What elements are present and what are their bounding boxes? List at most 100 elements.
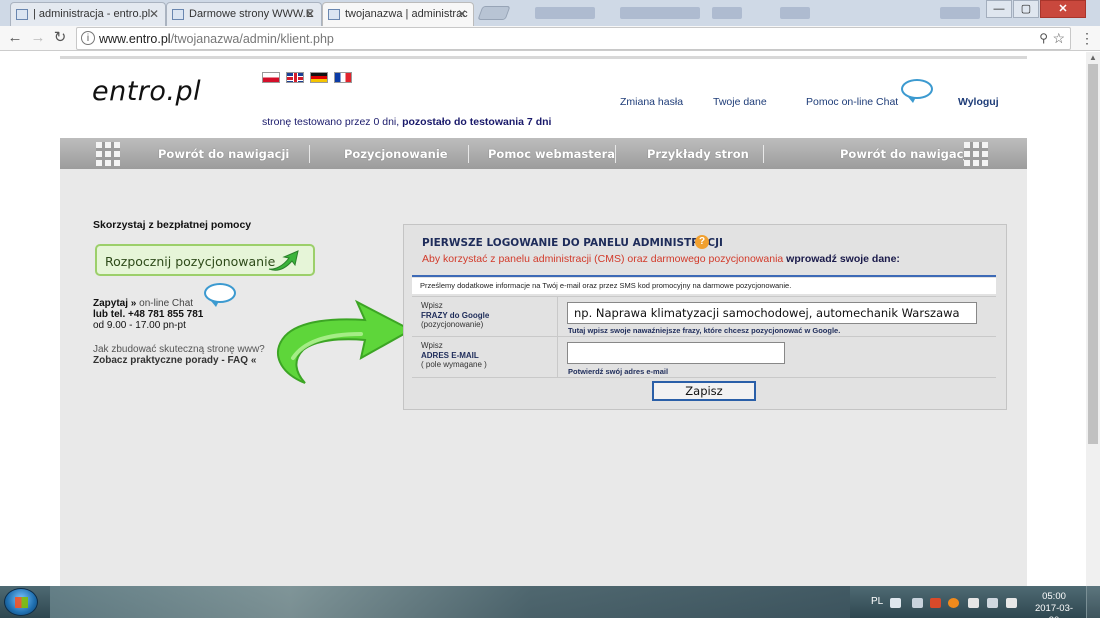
tab-title: Darmowe strony WWW.E	[189, 8, 314, 20]
ask-link[interactable]: Zapytaj »	[93, 298, 136, 309]
tab-darmowe-strony[interactable]: Darmowe strony WWW.E ✕	[166, 2, 322, 26]
tray-app-icon[interactable]	[948, 598, 959, 608]
faq-question: Jak zbudować skuteczną stronę www?	[93, 344, 265, 355]
contact-info: Zapytaj » on-line Chat lub tel. +48 781 …	[93, 298, 203, 331]
panel-subtitle-bold: wprowadź swoje dane:	[786, 253, 900, 265]
url-path: /twojanazwa/admin/klient.php	[170, 32, 334, 46]
taskbar-clock[interactable]: 05:00 2017-03-30	[1030, 591, 1078, 618]
flag-de-icon[interactable]	[310, 72, 328, 83]
nav-back-to-navigation[interactable]: Powrót do nawigacji	[158, 147, 289, 161]
close-tab-icon[interactable]: ✕	[457, 7, 467, 21]
email-input[interactable]	[567, 342, 785, 364]
email-label-sub: ( pole wymagane )	[421, 360, 487, 369]
key-icon[interactable]: ⚲	[1039, 31, 1048, 45]
main-nav: Powrót do nawigacji Pozycjonowanie Pomoc…	[60, 138, 1027, 169]
tray-display-icon[interactable]	[987, 598, 998, 608]
help-question-icon[interactable]: ?	[695, 235, 709, 249]
trial-status: stronę testowano przez 0 dni, pozostało …	[262, 116, 551, 128]
site-logo[interactable]: entro.pl	[92, 76, 201, 107]
flag-fr-icon[interactable]	[334, 72, 352, 83]
close-tab-icon[interactable]: ✕	[149, 7, 159, 21]
trial-status-prefix: stronę testowano przez 0 dni,	[262, 116, 403, 128]
page-viewport: entro.pl stronę testowano przez 0 dni, p…	[0, 52, 1086, 586]
grid-menu-icon[interactable]	[96, 142, 120, 166]
scroll-up-arrow-icon[interactable]: ▲	[1089, 53, 1097, 62]
first-login-panel: PIERWSZE LOGOWANIE DO PANELU ADMINISTRAC…	[403, 224, 1007, 410]
screen: | administracja - entro.pl ✕ Darmowe str…	[0, 0, 1100, 618]
page-favicon-icon	[328, 9, 340, 20]
ask-chat-text: on-line Chat	[136, 298, 194, 309]
your-data-link[interactable]: Twoje dane	[713, 96, 767, 108]
logout-link[interactable]: Wyloguj	[958, 96, 999, 108]
email-label: Wpisz ADRES E-MAIL ( pole wymagane )	[412, 337, 558, 377]
chat-bubble-icon[interactable]	[901, 79, 933, 103]
start-positioning-button[interactable]: Rozpocznij pozycjonowanie	[95, 244, 315, 276]
phone-number: lub tel. +48 781 855 781	[93, 309, 204, 320]
ask-chat-line[interactable]: Zapytaj » on-line Chat	[93, 298, 203, 309]
nav-divider	[615, 145, 616, 163]
chat-bubble-icon[interactable]	[204, 283, 236, 307]
tab-twojanazwa-admin[interactable]: twojanazwa | administrac ✕	[322, 2, 474, 26]
maximize-button[interactable]: ▢	[1013, 0, 1039, 18]
volume-icon[interactable]	[1006, 598, 1017, 608]
site-container: entro.pl stronę testowano przez 0 dni, p…	[60, 52, 1027, 586]
clock-time: 05:00	[1042, 591, 1066, 602]
nav-divider	[309, 145, 310, 163]
address-bar[interactable]: i www.entro.pl/twojanazwa/admin/klient.p…	[76, 27, 1071, 50]
language-indicator[interactable]: PL	[871, 596, 883, 607]
back-arrow-icon[interactable]: ←	[6, 29, 24, 47]
page-scrollbar[interactable]: ▲	[1086, 52, 1100, 586]
tray-network-icon[interactable]	[912, 598, 923, 608]
save-button[interactable]: Zapisz	[652, 381, 756, 401]
url-text[interactable]: www.entro.pl/twojanazwa/admin/klient.php	[99, 32, 334, 46]
page-favicon-icon	[16, 9, 28, 20]
reload-icon[interactable]: ↻	[51, 29, 69, 47]
tray-power-icon[interactable]	[968, 598, 979, 608]
start-positioning-label: Rozpocznij pozycjonowanie	[105, 254, 276, 269]
blurred-area	[712, 7, 742, 19]
phrases-input[interactable]: np. Naprawa klimatyzacji samochodowej, a…	[567, 302, 977, 324]
nav-site-examples[interactable]: Przykłady stron	[647, 147, 749, 161]
start-button[interactable]	[4, 588, 38, 616]
phrases-label-top: Wpisz	[421, 301, 443, 310]
email-label-bold: ADRES E-MAIL	[421, 350, 479, 360]
nav-webmaster-help[interactable]: Pomoc webmastera	[488, 147, 615, 161]
minimize-button[interactable]: —	[986, 0, 1012, 18]
panel-subtitle-red: Aby korzystać z panelu administracji (CM…	[422, 253, 787, 265]
change-password-link[interactable]: Zmiana hasła	[620, 96, 683, 108]
blurred-area	[535, 7, 595, 19]
nav-divider	[763, 145, 764, 163]
help-title: Skorzystaj z bezpłatnej pomocy	[93, 219, 252, 231]
grid-menu-icon[interactable]	[964, 142, 988, 166]
show-desktop-button[interactable]	[1086, 586, 1100, 618]
faq-link[interactable]: Zobacz praktyczne porady - FAQ «	[93, 355, 256, 366]
taskbar-background	[50, 586, 850, 618]
flag-pl-icon[interactable]	[262, 72, 280, 83]
email-label-top: Wpisz	[421, 341, 443, 350]
nav-back-to-navigation-right[interactable]: Powrót do nawigacji	[840, 147, 971, 161]
nav-divider	[468, 145, 469, 163]
url-host: www.entro.pl	[99, 32, 171, 46]
forward-arrow-icon[interactable]: →	[29, 29, 47, 47]
email-hint: Potwierdź swój adres e-mail	[568, 367, 669, 376]
faq-info: Jak zbudować skuteczną stronę www? Zobac…	[93, 344, 265, 366]
blurred-area	[940, 7, 980, 19]
browser-tabstrip: | administracja - entro.pl ✕ Darmowe str…	[0, 0, 1100, 26]
office-hours: od 9.00 - 17.00 pn-pt	[93, 320, 186, 331]
nav-positioning[interactable]: Pozycjonowanie	[344, 147, 448, 161]
bookmark-star-icon[interactable]: ☆	[1052, 30, 1065, 47]
tray-keyboard-icon[interactable]	[890, 598, 901, 608]
tab-title: | administracja - entro.pl	[33, 8, 151, 20]
flag-gb-icon[interactable]	[286, 72, 304, 83]
tray-flag-icon[interactable]	[930, 598, 941, 608]
chat-help-link[interactable]: Pomoc on-line Chat	[806, 96, 898, 108]
scrollbar-thumb[interactable]	[1088, 64, 1098, 444]
curved-arrow-icon	[268, 250, 299, 271]
menu-kebab-icon[interactable]: ⋮	[1080, 30, 1094, 47]
window-close-button[interactable]: ✕	[1040, 0, 1086, 18]
info-icon[interactable]: i	[81, 31, 95, 45]
new-tab-button[interactable]	[477, 6, 511, 20]
phrases-row: Wpisz FRAZY do Google (pozycjonowanie) n…	[412, 296, 996, 336]
close-tab-icon[interactable]: ✕	[305, 7, 315, 21]
tab-administracja-entro[interactable]: | administracja - entro.pl ✕	[10, 2, 166, 26]
